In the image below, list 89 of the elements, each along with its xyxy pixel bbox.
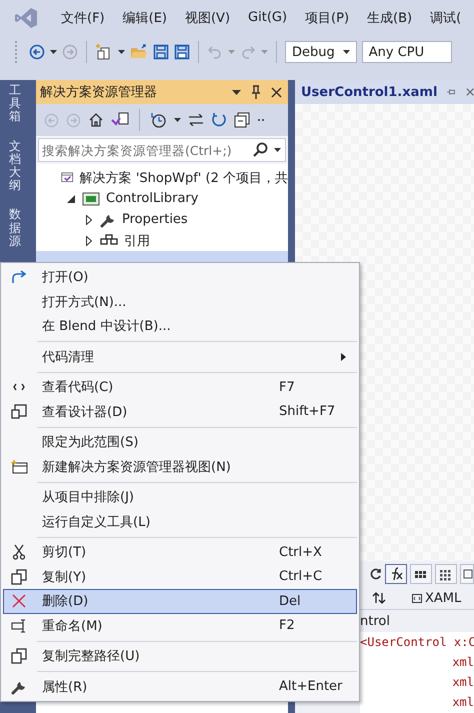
menu-item[interactable]: 代码清理: [3, 344, 357, 369]
configuration-dropdown[interactable]: Debug: [285, 41, 357, 63]
save-icon[interactable]: [153, 44, 169, 60]
menu-item[interactable]: 查看设计器(D) Shift+F7: [3, 400, 357, 424]
scissors-icon: [13, 544, 25, 560]
dropdown-icon[interactable]: [232, 90, 241, 94]
tree-item[interactable]: 引用: [124, 232, 150, 250]
copy-icon: [11, 568, 27, 585]
element-breadcrumb[interactable]: ntrol: [360, 614, 390, 628]
xaml-tab[interactable]: XAML: [412, 590, 462, 606]
rename-icon: [11, 618, 27, 633]
shortcut-text: Shift+F7: [279, 404, 336, 420]
collapse-icon[interactable]: [234, 112, 250, 128]
search-icon[interactable]: [252, 142, 268, 158]
logo-icon: [14, 6, 38, 28]
menu-item[interactable]: 项目(P): [296, 8, 358, 26]
shortcut-text: F2: [279, 618, 295, 634]
history-icon[interactable]: [150, 112, 167, 128]
caret-icon: [342, 50, 350, 54]
platform-dropdown[interactable]: Any CPU: [362, 41, 452, 63]
caret-icon[interactable]: [174, 118, 181, 122]
menu-item[interactable]: 在 Blend 中设计(B)...: [3, 314, 357, 338]
menu-item[interactable]: 查看代码(C) F7: [3, 375, 357, 400]
redo-icon: [11, 270, 27, 284]
menu-item[interactable]: 重命名(M) F2: [3, 614, 357, 638]
search-field[interactable]: 搜索解决方案资源管理器(Ctrl+;): [38, 138, 286, 162]
grip-icon: [14, 41, 18, 63]
snap-grid-icon[interactable]: [435, 564, 457, 584]
close-icon[interactable]: [466, 87, 474, 97]
overflow-icon[interactable]: [257, 118, 265, 122]
menu-item[interactable]: 编辑(E): [114, 8, 176, 26]
menu-item[interactable]: 新建解决方案资源管理器视图(N): [3, 454, 357, 479]
new-window-icon: [10, 460, 28, 474]
panel-title: 解决方案资源管理器: [40, 84, 157, 101]
designer-icon: [11, 404, 27, 420]
grid-icon[interactable]: [410, 564, 432, 584]
caret-icon[interactable]: [50, 50, 57, 54]
expanded-arrow-icon[interactable]: [67, 194, 75, 202]
code-line: xml: [452, 655, 474, 669]
project-icon: [82, 192, 100, 206]
shortcut-text: Alt+Enter: [279, 679, 342, 694]
menu-item[interactable]: 属性(R) Alt+Enter: [3, 674, 357, 699]
menu-item[interactable]: 打开(O): [3, 265, 357, 290]
collapsed-arrow-icon[interactable]: [86, 236, 92, 246]
menu-item[interactable]: Git(G): [239, 10, 296, 25]
menu-item[interactable]: 打开方式(N)...: [3, 290, 357, 314]
open-folder-icon[interactable]: [130, 44, 148, 60]
caret-icon[interactable]: [118, 50, 125, 54]
menu-item[interactable]: 复制完整路径(U): [3, 644, 357, 668]
menu-item[interactable]: 文件(F): [52, 8, 114, 26]
copy-icon: [11, 648, 27, 664]
code-icon: [13, 383, 25, 392]
xaml-icon: [412, 594, 422, 602]
code-line: xml: [452, 695, 474, 709]
side-tab[interactable]: 数据源: [9, 208, 21, 248]
refresh-icon[interactable]: [370, 568, 382, 580]
tree-item[interactable]: Properties: [122, 212, 188, 227]
sync-icon[interactable]: [188, 114, 204, 126]
references-icon: [100, 234, 118, 248]
home-icon[interactable]: [88, 112, 104, 128]
close-icon[interactable]: [271, 86, 282, 98]
dropdown-icon[interactable]: [274, 148, 281, 152]
function-icon[interactable]: [385, 564, 407, 584]
switch-views-icon[interactable]: [111, 112, 129, 128]
shortcut-text: Ctrl+X: [279, 544, 322, 560]
menu-item[interactable]: 从项目中排除(J): [3, 485, 357, 510]
pin-icon[interactable]: [251, 85, 261, 99]
menu-item[interactable]: 删除(D) Del: [3, 589, 357, 614]
collapsed-arrow-icon[interactable]: [86, 214, 92, 224]
menu-item[interactable]: 生成(B): [358, 8, 422, 26]
menu-item[interactable]: 运行自定义工具(L): [3, 510, 357, 534]
tree-item[interactable]: ControlLibrary: [106, 191, 198, 206]
shortcut-text: F7: [279, 380, 295, 395]
shortcut-text: Del: [279, 594, 301, 609]
side-tab[interactable]: 工具箱: [9, 84, 21, 124]
menu-item[interactable]: 调试(: [421, 8, 470, 26]
menu-item[interactable]: 视图(V): [176, 8, 240, 26]
pin-icon[interactable]: [447, 88, 456, 96]
swap-icon[interactable]: [372, 592, 386, 604]
tree-item[interactable]: 解决方案 'ShopWpf' (2 个项目，共: [80, 168, 288, 186]
code-line: xml: [452, 675, 474, 689]
side-tab[interactable]: 文档大纲: [9, 140, 21, 192]
back-icon[interactable]: [29, 44, 45, 60]
menu-item[interactable]: 限定为此范围(S): [3, 430, 357, 454]
menu-item[interactable]: 复制(Y) Ctrl+C: [3, 564, 357, 589]
delete-icon: [12, 594, 26, 608]
save-all-icon[interactable]: [174, 44, 190, 60]
menu-item[interactable]: 剪切(T) Ctrl+X: [3, 540, 357, 564]
shortcut-text: Ctrl+C: [279, 569, 322, 584]
